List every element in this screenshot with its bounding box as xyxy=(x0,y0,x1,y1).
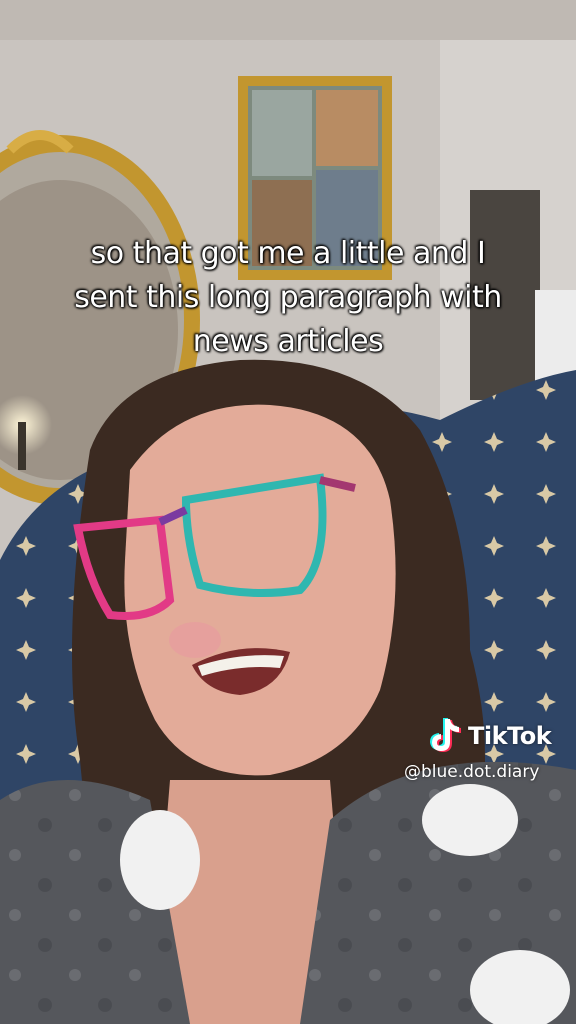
tiktok-brand-text: TikTok xyxy=(468,722,552,750)
caption-line-2: sent this long paragraph with xyxy=(74,280,502,315)
caption-line-3: news articles xyxy=(192,324,384,359)
tiktok-watermark: TikTok xyxy=(428,716,552,756)
caption-line-1: so that got me a little and I xyxy=(90,236,486,271)
video-caption: so that got me a little and I sent this … xyxy=(8,232,568,364)
video-frame xyxy=(0,0,576,1024)
tiktok-logo-icon xyxy=(430,718,461,752)
creator-handle: @blue.dot.diary xyxy=(404,762,540,782)
